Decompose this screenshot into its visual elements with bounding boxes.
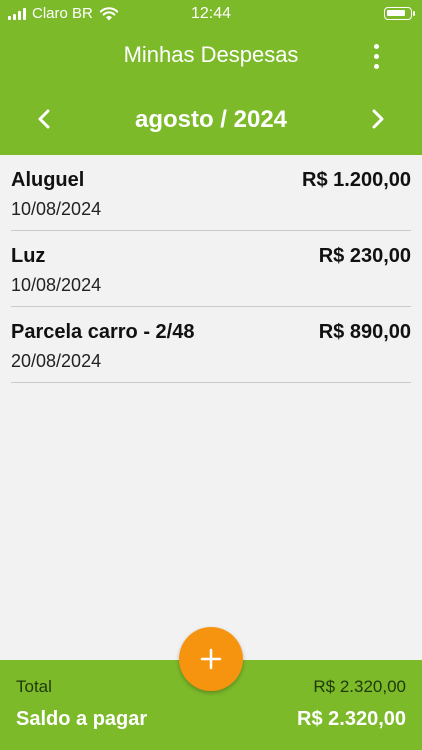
battery-icon <box>384 7 415 20</box>
expense-row[interactable]: Luz R$ 230,00 10/08/2024 <box>11 231 411 307</box>
expense-date: 10/08/2024 <box>11 275 102 295</box>
expense-row[interactable]: Aluguel R$ 1.200,00 10/08/2024 <box>11 155 411 231</box>
page-title: Minhas Despesas <box>123 42 299 67</box>
chevron-right-icon[interactable] <box>364 106 390 132</box>
month-label: agosto / 2024 <box>134 106 288 133</box>
expense-amount: R$ 1.200,00 <box>302 169 411 191</box>
plus-icon <box>200 648 222 670</box>
more-vertical-icon[interactable] <box>368 42 384 70</box>
expense-row[interactable]: Parcela carro - 2/48 R$ 890,00 20/08/202… <box>11 307 411 383</box>
expense-date: 20/08/2024 <box>11 351 102 371</box>
status-time: 12:44 <box>190 5 232 22</box>
status-bar: Claro BR 12:44 <box>0 0 422 28</box>
expense-amount: R$ 890,00 <box>318 321 411 343</box>
app-header: Claro BR 12:44 Minhas Despesas agosto / … <box>0 0 422 155</box>
saldo-value: R$ 2.320,00 <box>297 708 406 730</box>
expense-date: 10/08/2024 <box>11 199 102 219</box>
total-label: Total <box>16 677 52 696</box>
total-value: R$ 2.320,00 <box>313 677 406 696</box>
month-navigator: agosto / 2024 <box>0 100 422 140</box>
expense-title: Luz <box>11 245 46 267</box>
expense-list: Aluguel R$ 1.200,00 10/08/2024 Luz R$ 23… <box>0 155 422 383</box>
expense-title: Aluguel <box>11 169 85 191</box>
saldo-label: Saldo a pagar <box>16 708 148 730</box>
add-expense-button[interactable] <box>179 627 243 691</box>
expense-title: Parcela carro - 2/48 <box>11 321 195 343</box>
expense-amount: R$ 230,00 <box>318 245 411 267</box>
